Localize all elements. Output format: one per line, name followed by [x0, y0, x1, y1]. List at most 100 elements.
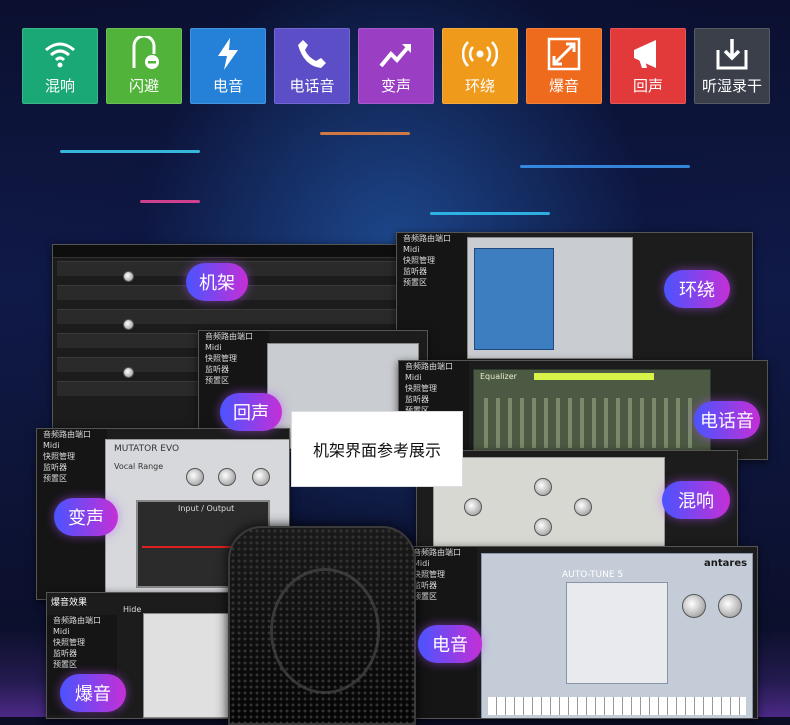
speaker-image: [228, 526, 416, 725]
label-rack: 机架: [186, 263, 248, 301]
reverb-plugin-panel: [433, 457, 665, 549]
eq-band-slider[interactable]: [568, 398, 572, 448]
burst-window-title: 爆音效果: [51, 598, 88, 608]
sidebar-item[interactable]: 监听器: [399, 394, 469, 405]
eq-band-slider[interactable]: [616, 398, 620, 448]
eq-band-slider[interactable]: [652, 398, 656, 448]
sidebar-item[interactable]: 预置区: [47, 659, 117, 670]
eq-band-slider[interactable]: [676, 398, 680, 448]
fx-label: 混响: [44, 77, 75, 95]
sidebar-item[interactable]: 快照管理: [37, 451, 107, 462]
sidebar-item[interactable]: 预置区: [37, 473, 107, 484]
pitch-knob[interactable]: [186, 468, 204, 486]
fx-button-surround[interactable]: 环绕: [442, 28, 518, 104]
sidebar-item[interactable]: Midi: [399, 372, 469, 383]
gain-knob[interactable]: [123, 319, 134, 330]
throat-knob[interactable]: [252, 468, 270, 486]
sidebar-item[interactable]: 快照管理: [397, 255, 467, 266]
fx-button-voice-change[interactable]: 变声: [358, 28, 434, 104]
sidebar-item[interactable]: 音频路由端口: [37, 429, 107, 440]
sidebar-item[interactable]: 音频路由端口: [199, 331, 269, 342]
autotune-table: [566, 582, 668, 684]
eq-band-slider[interactable]: [628, 398, 632, 448]
mutator-title: MUTATOR EVO: [114, 444, 180, 454]
sidebar-item[interactable]: 监听器: [407, 580, 477, 591]
fx-button-electro[interactable]: 电音: [190, 28, 266, 104]
sidebar-item[interactable]: Midi: [199, 342, 269, 353]
phone-icon: [298, 40, 326, 68]
fx-button-wet-monitor[interactable]: 听湿录干: [694, 28, 770, 104]
reverb-knob[interactable]: [534, 518, 552, 536]
sidebar-item[interactable]: 预置区: [199, 375, 269, 386]
eq-band-slider[interactable]: [604, 398, 608, 448]
eq-band-slider[interactable]: [556, 398, 560, 448]
eq-band-slider[interactable]: [580, 398, 584, 448]
sidebar-item[interactable]: 音频路由端口: [399, 361, 469, 372]
eq-band-slider[interactable]: [688, 398, 692, 448]
gain-knob[interactable]: [123, 271, 134, 282]
xy-pad[interactable]: [474, 248, 554, 350]
eq-band-slider[interactable]: [508, 398, 512, 448]
sidebar-item[interactable]: 音频路由端口: [407, 547, 477, 558]
humanize-knob[interactable]: [718, 594, 742, 618]
reverb-knob[interactable]: [574, 498, 592, 516]
vocal-range-label: Vocal Range: [114, 462, 164, 471]
fx-button-row: 混响 闪避 电音 电话音 变声 环绕 爆音 回声 听湿录干: [22, 28, 770, 104]
light-streak: [520, 165, 690, 168]
timbre-knob[interactable]: [218, 468, 236, 486]
lightning-icon: [218, 38, 238, 70]
sidebar-item[interactable]: Midi: [407, 558, 477, 569]
equalizer-panel: Equalizer: [473, 369, 711, 455]
label-voice-change: 变声: [54, 498, 118, 536]
reverb-knob[interactable]: [534, 478, 552, 496]
mutator-display-title: Input / Output: [178, 504, 235, 513]
sidebar-item[interactable]: 快照管理: [399, 383, 469, 394]
gain-knob[interactable]: [123, 367, 134, 378]
reverb-knob[interactable]: [464, 498, 482, 516]
label-echo: 回声: [220, 393, 282, 431]
fx-label: 变声: [380, 77, 411, 95]
piano-keys[interactable]: [488, 697, 746, 715]
fx-label: 回声: [632, 77, 663, 95]
eq-band-slider[interactable]: [640, 398, 644, 448]
eq-band-slider[interactable]: [496, 398, 500, 448]
eq-band-slider[interactable]: [532, 398, 536, 448]
eq-band-slider[interactable]: [520, 398, 524, 448]
sidebar-item[interactable]: 监听器: [37, 462, 107, 473]
fx-label: 环绕: [464, 77, 495, 95]
rack-slot[interactable]: [57, 309, 399, 324]
label-electro: 电音: [418, 625, 482, 663]
sidebar-item[interactable]: 监听器: [199, 364, 269, 375]
sidebar-item[interactable]: 监听器: [397, 266, 467, 277]
sidebar-item[interactable]: 预置区: [397, 277, 467, 288]
sidebar-item[interactable]: Midi: [47, 626, 117, 637]
sidebar-item[interactable]: Midi: [37, 440, 107, 451]
equalizer-title: Equalizer: [480, 372, 517, 381]
fx-button-reverb[interactable]: 混响: [22, 28, 98, 104]
fx-label: 闪避: [128, 77, 159, 95]
sidebar-item[interactable]: 快照管理: [47, 637, 117, 648]
sidebar-item[interactable]: 预置区: [407, 591, 477, 602]
trend-arrow-icon: [379, 44, 411, 68]
hide-button[interactable]: Hide: [123, 605, 141, 614]
download-box-icon: [716, 39, 748, 70]
eq-band-slider[interactable]: [592, 398, 596, 448]
caption-label: 机架界面参考展示: [292, 412, 462, 486]
surround-plugin-panel: [467, 237, 633, 359]
eq-band-slider[interactable]: [664, 398, 668, 448]
sidebar-item[interactable]: 音频路由端口: [47, 615, 117, 626]
fx-button-burst[interactable]: 爆音: [526, 28, 602, 104]
fx-button-phone[interactable]: 电话音: [274, 28, 350, 104]
fx-label: 电音: [212, 77, 243, 95]
sidebar-item[interactable]: 快照管理: [407, 569, 477, 580]
sidebar-item[interactable]: 监听器: [47, 648, 117, 659]
fx-button-echo[interactable]: 回声: [610, 28, 686, 104]
eq-band-slider[interactable]: [544, 398, 548, 448]
eq-band-slider[interactable]: [484, 398, 488, 448]
wifi-icon: [45, 42, 75, 68]
sidebar-item[interactable]: 音频路由端口: [397, 233, 467, 244]
fx-button-dodge[interactable]: 闪避: [106, 28, 182, 104]
sidebar-item[interactable]: Midi: [397, 244, 467, 255]
retune-knob[interactable]: [682, 594, 706, 618]
sidebar-item[interactable]: 快照管理: [199, 353, 269, 364]
